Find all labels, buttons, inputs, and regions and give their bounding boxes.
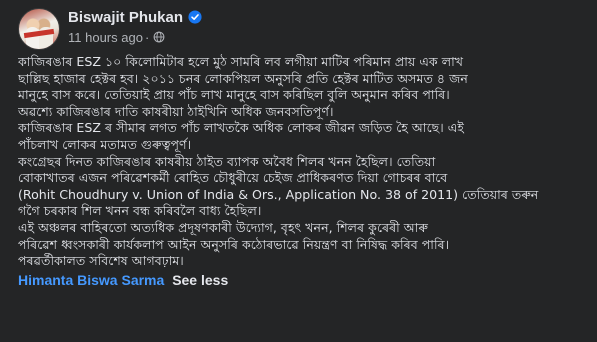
post-timestamp[interactable]: 11 hours ago [68, 30, 143, 45]
author-info: Biswajit Phukan 11 hours ago · [68, 7, 202, 46]
post-text-line: কংগ্ৰেছৰ দিনত কাজিৰঙাৰ কাষৰীয় ঠাইত ব্যা… [18, 153, 436, 169]
post-header: Biswajit Phukan 11 hours ago · [18, 6, 587, 54]
post-footer: Himanta Biswa Sarma See less [18, 271, 590, 289]
post-text-line: পৰৱৰ্তীকালত সবিশেষ আগবঢ়াম। [18, 253, 184, 269]
author-name-row: Biswajit Phukan [68, 7, 202, 27]
facebook-post: Biswajit Phukan 11 hours ago · কাজিৰঙাৰ … [0, 0, 597, 342]
post-text-line: এই অঞ্চলৰ বাহিৰতো অত্যধিক প্ৰদূষণকাৰী উদ… [18, 219, 428, 235]
post-text-line: পৰিৱেশ ধ্বংসকাৰী কাৰ্যকলাপ আইন অনুসৰি কঠ… [18, 236, 450, 252]
post-text-line: (Rohit Choudhury v. Union of India & Ors… [18, 186, 539, 202]
author-avatar[interactable] [18, 8, 60, 50]
globe-icon[interactable] [153, 31, 165, 43]
post-meta: 11 hours ago · [68, 28, 202, 46]
post-text-line: কাজিৰঙাৰ ESZ ৰ সীমাৰ লগত পাঁচ লাখতকৈ অধি… [18, 120, 464, 136]
see-less-button[interactable]: See less [172, 272, 228, 288]
post-text-line: গগৈ চৰকাৰ শিল খনন বন্ধ কৰিবলৈ বাধ্য হৈছি… [18, 203, 262, 219]
post-text-line: বোকাখাতৰ এজন পৰিৱেশকৰ্মী ৰোহিত চৌধুৰীয়ে… [18, 170, 448, 186]
post-text-line: মানুহে বাস কৰে। তেতিয়াই প্ৰায় পাঁচ লাখ… [18, 87, 450, 103]
author-name[interactable]: Biswajit Phukan [68, 9, 183, 26]
post-text-line: কাজিৰঙাৰ ESZ ১০ কিলোমিটাৰ হলে মুঠ সামৰি … [18, 54, 464, 69]
verified-badge-icon [188, 10, 202, 24]
post-text-line: ছাল্লিছ হাজাৰ হেক্টৰ হব। ২০১১ চনৰ লোকপিয… [18, 70, 468, 86]
post-text-line: পাঁচলাখ লোকৰ মতামত গুৰুত্বপূৰ্ণ। [18, 136, 192, 152]
post-body: কাজিৰঙাৰ ESZ ১০ কিলোমিটাৰ হলে মুঠ সামৰি … [18, 54, 590, 289]
post-text-line: অৱশ্যে কাজিৰঙাৰ দাতি কাষৰীয়া ঠাইখিনি অধ… [18, 103, 334, 119]
mention-link[interactable]: Himanta Biswa Sarma [18, 272, 164, 288]
meta-separator: · [144, 29, 150, 45]
